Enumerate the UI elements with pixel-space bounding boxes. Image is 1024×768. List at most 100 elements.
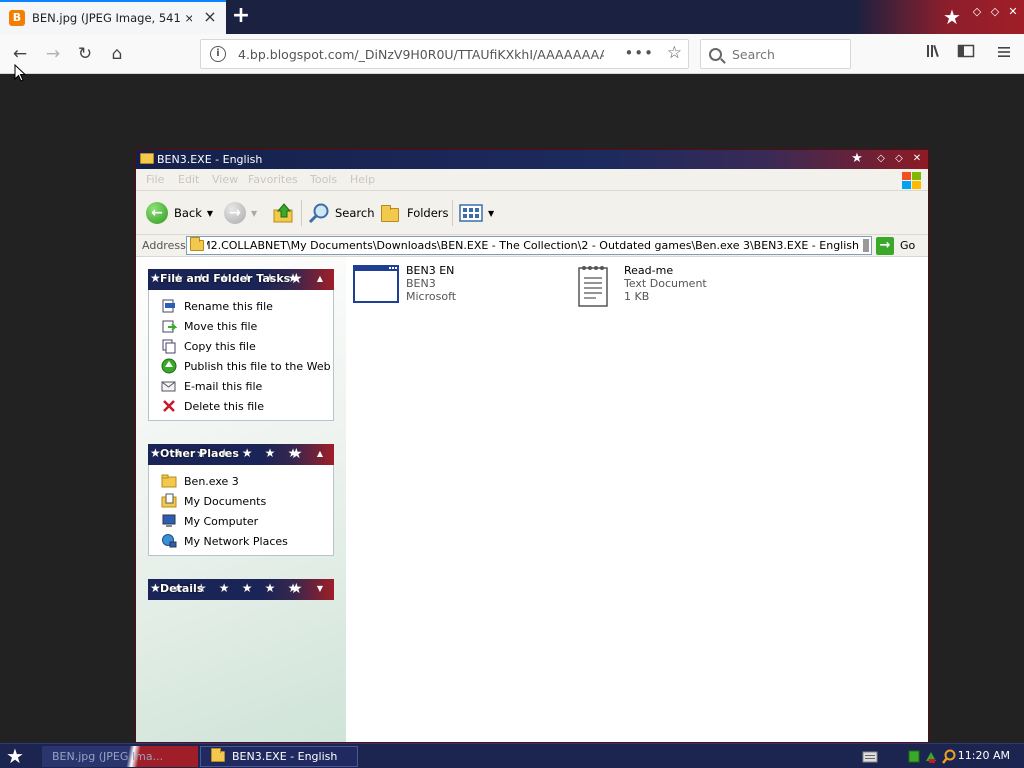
address-field[interactable]: C:\Documents and Settings\VM2.COLLABNET\… bbox=[186, 236, 872, 255]
address-dropdown-icon[interactable] bbox=[863, 239, 869, 252]
panel-title: Details bbox=[160, 582, 204, 595]
other-places-list: Ben.exe 3 My Documents My Computer My Ne… bbox=[148, 465, 334, 556]
clock[interactable]: 11:20 AM bbox=[958, 749, 1010, 762]
sidebar-icon[interactable] bbox=[954, 42, 978, 66]
explorer-content: ★ ★ ★ ★ ★ ★ ★ File and Folder Tasks ★ ▲ … bbox=[136, 257, 928, 742]
search-button[interactable]: Search bbox=[308, 200, 375, 226]
search-icon bbox=[709, 47, 722, 61]
task-copy[interactable]: Copy this file bbox=[149, 336, 333, 356]
keyboard-icon[interactable] bbox=[862, 751, 878, 763]
place-label: My Documents bbox=[184, 494, 267, 508]
back-button[interactable]: ← Back ▼ bbox=[146, 200, 213, 226]
task-label: Rename this file bbox=[184, 299, 273, 313]
info-icon[interactable]: i bbox=[210, 46, 226, 62]
minimize-window-button[interactable]: ◇ bbox=[970, 5, 984, 19]
chevron-down-icon[interactable]: ▼ bbox=[207, 209, 213, 218]
folder-icon bbox=[140, 153, 154, 164]
task-email[interactable]: E-mail this file bbox=[149, 376, 333, 396]
back-label: Back bbox=[174, 206, 202, 220]
tab-close-icon[interactable]: × bbox=[203, 9, 217, 25]
forward-button[interactable]: → ▼ bbox=[224, 200, 257, 226]
search-icon bbox=[308, 203, 329, 224]
file-item-ben3-en[interactable]: BEN3 EN BEN3 Microsoft bbox=[352, 264, 456, 306]
file-list: BEN3 EN BEN3 Microsoft Read-me Text Docu… bbox=[346, 257, 928, 742]
search-input[interactable] bbox=[732, 46, 842, 62]
details-panel: ★ ★ ★ ★ ★ ★ ★ Details ★ ▼ bbox=[148, 579, 334, 600]
menu-view[interactable]: View bbox=[212, 173, 238, 186]
place-label: My Computer bbox=[184, 514, 259, 528]
url-text[interactable]: 4.bp.blogspot.com/_DiNzV9H0R0U/TTAUfiKXk… bbox=[238, 47, 604, 62]
place-my-computer[interactable]: My Computer bbox=[149, 511, 333, 531]
taskbar-item-browser[interactable]: BEN.jpg (JPEG Ima... bbox=[42, 746, 198, 767]
new-tab-button[interactable]: + bbox=[230, 5, 252, 27]
browser-tab[interactable]: B BEN.jpg (JPEG Image, 541 × 346 pi… × bbox=[0, 0, 226, 34]
other-places-header[interactable]: ★ ★ ★ ★ ★ ★ ★ Other Places ★ ▲ bbox=[148, 444, 334, 465]
page-actions-icon[interactable]: ••• bbox=[624, 44, 654, 62]
reload-icon[interactable]: ↻ bbox=[73, 42, 97, 66]
browser-tab-strip: B BEN.jpg (JPEG Image, 541 × 346 pi… × +… bbox=[0, 0, 1024, 34]
taskbar-item-explorer[interactable]: BEN3.EXE - English bbox=[200, 746, 358, 767]
chevron-down-icon[interactable]: ▼ bbox=[251, 209, 257, 218]
folder-icon bbox=[190, 237, 204, 251]
task-rename[interactable]: Rename this file bbox=[149, 296, 333, 316]
task-delete[interactable]: Delete this file bbox=[149, 396, 333, 416]
maximize-button[interactable]: ◇ bbox=[892, 152, 906, 166]
star-icon: ★ bbox=[290, 581, 303, 597]
collapse-chevron-icon[interactable]: ▲ bbox=[313, 447, 327, 461]
close-button[interactable]: ✕ bbox=[910, 152, 924, 166]
safely-remove-icon[interactable] bbox=[924, 749, 938, 764]
file-tasks-header[interactable]: ★ ★ ★ ★ ★ ★ ★ File and Folder Tasks ★ ▲ bbox=[148, 269, 334, 290]
details-header[interactable]: ★ ★ ★ ★ ★ ★ ★ Details ★ ▼ bbox=[148, 579, 334, 600]
windows-logo-icon bbox=[900, 170, 922, 190]
expand-chevron-icon[interactable]: ▼ bbox=[313, 582, 327, 596]
place-my-documents[interactable]: My Documents bbox=[149, 491, 333, 511]
task-publish[interactable]: Publish this file to the Web bbox=[149, 356, 333, 376]
up-folder-button[interactable] bbox=[272, 200, 296, 226]
task-move[interactable]: Move this file bbox=[149, 316, 333, 336]
views-button[interactable]: ▼ bbox=[459, 200, 494, 226]
home-icon[interactable]: ⌂ bbox=[105, 42, 129, 66]
file-type: Text Document bbox=[624, 277, 707, 290]
menu-favorites[interactable]: Favorites bbox=[248, 173, 298, 186]
chevron-down-icon[interactable]: ▼ bbox=[488, 209, 494, 218]
star-icon: ★ bbox=[943, 5, 961, 29]
back-icon[interactable]: ← bbox=[8, 42, 32, 66]
close-window-button[interactable]: ✕ bbox=[1006, 5, 1020, 19]
menu-tools[interactable]: Tools bbox=[310, 173, 337, 186]
start-button[interactable]: ★ bbox=[6, 745, 24, 767]
go-button[interactable]: → Go bbox=[876, 236, 915, 255]
minimize-button[interactable]: ◇ bbox=[874, 152, 888, 166]
url-bar[interactable]: i 4.bp.blogspot.com/_DiNzV9H0R0U/TTAUfiK… bbox=[200, 39, 689, 69]
collapse-chevron-icon[interactable]: ▲ bbox=[313, 272, 327, 286]
address-path[interactable]: C:\Documents and Settings\VM2.COLLABNET\… bbox=[207, 239, 859, 252]
menu-icon[interactable] bbox=[992, 42, 1016, 66]
file-info: Read-me Text Document 1 KB bbox=[624, 264, 707, 306]
menu-help[interactable]: Help bbox=[350, 173, 375, 186]
other-places-panel: ★ ★ ★ ★ ★ ★ ★ Other Places ★ ▲ Ben.exe 3… bbox=[148, 444, 334, 556]
place-label: My Network Places bbox=[184, 534, 288, 548]
network-icon[interactable] bbox=[908, 750, 920, 763]
place-my-network-places[interactable]: My Network Places bbox=[149, 531, 333, 551]
forward-icon[interactable]: → bbox=[41, 42, 65, 66]
explorer-title-bar[interactable]: BEN3.EXE - English ★ ◇ ◇ ✕ bbox=[136, 150, 928, 169]
star-icon: ★ bbox=[290, 446, 303, 462]
task-label: Copy this file bbox=[184, 339, 256, 353]
bookmark-star-icon[interactable]: ☆ bbox=[667, 43, 682, 63]
menu-edit[interactable]: Edit bbox=[178, 173, 199, 186]
folders-button[interactable]: Folders bbox=[381, 200, 449, 226]
task-label: Delete this file bbox=[184, 399, 264, 413]
file-company: Microsoft bbox=[406, 290, 457, 303]
file-name: BEN3 EN bbox=[406, 264, 455, 277]
library-icon[interactable] bbox=[922, 42, 946, 66]
search-box[interactable] bbox=[700, 39, 851, 69]
file-item-read-me[interactable]: Read-me Text Document 1 KB bbox=[576, 264, 707, 307]
task-pane: ★ ★ ★ ★ ★ ★ ★ File and Folder Tasks ★ ▲ … bbox=[136, 257, 346, 742]
maximize-window-button[interactable]: ◇ bbox=[988, 5, 1002, 19]
menu-file[interactable]: File bbox=[146, 173, 164, 186]
file-tasks-list: Rename this file Move this file Copy thi… bbox=[148, 290, 334, 421]
folders-label: Folders bbox=[407, 206, 449, 220]
folder-icon bbox=[211, 748, 225, 762]
place-ben-exe-3[interactable]: Ben.exe 3 bbox=[149, 471, 333, 491]
go-arrow-icon: → bbox=[876, 236, 894, 255]
search-tray-icon[interactable] bbox=[942, 749, 956, 764]
